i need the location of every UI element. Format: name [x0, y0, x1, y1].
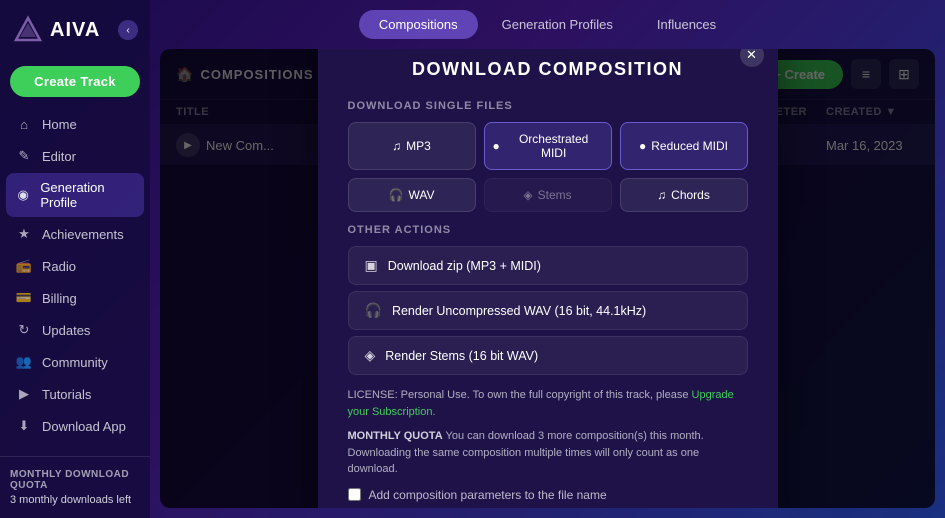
- render-wav-label: Render Uncompressed WAV (16 bit, 44.1kHz…: [392, 304, 646, 318]
- quota-text: MONTHLY QUOTA You can download 3 more co…: [348, 428, 748, 478]
- download-app-icon: ⬇: [16, 418, 32, 434]
- reduced-midi-label: Reduced MIDI: [651, 139, 728, 153]
- add-params-label: Add composition parameters to the file n…: [369, 488, 607, 502]
- wav-label: WAV: [408, 188, 434, 202]
- top-nav: Compositions Generation Profiles Influen…: [150, 0, 945, 49]
- render-wav-button[interactable]: 🎧 Render Uncompressed WAV (16 bit, 44.1k…: [348, 291, 748, 330]
- sidebar: AIVA ‹ Create Track ⌂ Home ✎ Editor ◉ Ge…: [0, 0, 150, 518]
- home-icon: ⌂: [16, 116, 32, 132]
- updates-icon: ↻: [16, 322, 32, 338]
- single-files-label: DOWNLOAD SINGLE FILES: [348, 100, 748, 112]
- generation-profile-icon: ◉: [16, 187, 30, 203]
- aiva-logo-icon: [12, 14, 44, 46]
- wav-button[interactable]: 🎧 WAV: [348, 178, 476, 212]
- sidebar-item-community[interactable]: 👥 Community: [6, 347, 144, 377]
- sidebar-item-tutorials-label: Tutorials: [42, 387, 91, 402]
- sidebar-item-updates[interactable]: ↻ Updates: [6, 315, 144, 345]
- reduced-midi-icon: ●: [639, 139, 646, 153]
- mp3-label: MP3: [406, 139, 431, 153]
- sidebar-footer: MONTHLY DOWNLOAD QUOTA 3 monthly downloa…: [0, 456, 150, 518]
- sidebar-item-community-label: Community: [42, 355, 108, 370]
- sidebar-item-editor[interactable]: ✎ Editor: [6, 141, 144, 171]
- download-modal: ✕ DOWNLOAD COMPOSITION DOWNLOAD SINGLE F…: [318, 49, 778, 508]
- community-icon: 👥: [16, 354, 32, 370]
- stems-action-icon: ◈: [365, 347, 376, 364]
- other-actions-section: OTHER ACTIONS ▣ Download zip (MP3 + MIDI…: [348, 224, 748, 375]
- sidebar-item-editor-label: Editor: [42, 149, 76, 164]
- reduced-midi-button[interactable]: ● Reduced MIDI: [620, 122, 748, 170]
- headphone-icon: 🎧: [365, 302, 382, 319]
- wav-icon: 🎧: [389, 188, 404, 202]
- orchestrated-midi-label: Orchestrated MIDI: [505, 132, 603, 160]
- main-area: Compositions Generation Profiles Influen…: [150, 0, 945, 518]
- stems-icon: ◈: [523, 188, 532, 202]
- other-actions-label: OTHER ACTIONS: [348, 224, 748, 236]
- sidebar-item-achievements-label: Achievements: [42, 227, 124, 242]
- sidebar-item-billing[interactable]: 💳 Billing: [6, 283, 144, 313]
- orchestrated-midi-icon: ●: [493, 139, 500, 153]
- tab-influences[interactable]: Influences: [637, 10, 736, 39]
- sidebar-nav: ⌂ Home ✎ Editor ◉ Generation Profile ★ A…: [0, 109, 150, 456]
- content-area: 🏠 COMPOSITIONS + Create ≡ ⊞ TITLE SOURCE…: [160, 49, 935, 508]
- zip-icon: ▣: [365, 257, 378, 274]
- tab-compositions[interactable]: Compositions: [359, 10, 478, 39]
- tutorials-icon: ▶: [16, 386, 32, 402]
- sidebar-item-tutorials[interactable]: ▶ Tutorials: [6, 379, 144, 409]
- orchestrated-midi-button[interactable]: ● Orchestrated MIDI: [484, 122, 612, 170]
- tab-generation-profiles[interactable]: Generation Profiles: [482, 10, 633, 39]
- mp3-button[interactable]: ♫ MP3: [348, 122, 476, 170]
- create-track-button[interactable]: Create Track: [10, 66, 140, 97]
- monthly-quota-label: MONTHLY DOWNLOAD QUOTA: [10, 469, 140, 491]
- license-text: LICENSE: Personal Use. To own the full c…: [348, 387, 748, 420]
- radio-icon: 📻: [16, 258, 32, 274]
- chords-button[interactable]: ♫ Chords: [620, 178, 748, 212]
- stems-button[interactable]: ◈ Stems: [484, 178, 612, 212]
- sidebar-item-generation-profile[interactable]: ◉ Generation Profile: [6, 173, 144, 217]
- sidebar-item-generation-profile-label: Generation Profile: [40, 180, 134, 210]
- sidebar-item-download-app[interactable]: ⬇ Download App: [6, 411, 144, 441]
- sidebar-item-download-app-label: Download App: [42, 419, 126, 434]
- chords-icon: ♫: [657, 188, 666, 202]
- download-zip-label: Download zip (MP3 + MIDI): [388, 259, 541, 273]
- modal-title: DOWNLOAD COMPOSITION: [348, 59, 748, 80]
- render-stems-button[interactable]: ◈ Render Stems (16 bit WAV): [348, 336, 748, 375]
- sidebar-item-achievements[interactable]: ★ Achievements: [6, 219, 144, 249]
- monthly-quota-value: 3 monthly downloads left: [10, 494, 140, 506]
- stems-label: Stems: [538, 188, 572, 202]
- sidebar-collapse-button[interactable]: ‹: [118, 20, 138, 40]
- download-zip-button[interactable]: ▣ Download zip (MP3 + MIDI): [348, 246, 748, 285]
- achievements-icon: ★: [16, 226, 32, 242]
- mp3-icon: ♫: [392, 139, 401, 153]
- editor-icon: ✎: [16, 148, 32, 164]
- single-files-grid: ♫ MP3 ● Orchestrated MIDI ● Reduced MIDI…: [348, 122, 748, 212]
- billing-icon: 💳: [16, 290, 32, 306]
- sidebar-item-home-label: Home: [42, 117, 77, 132]
- render-stems-label: Render Stems (16 bit WAV): [385, 349, 538, 363]
- sidebar-item-home[interactable]: ⌂ Home: [6, 109, 144, 139]
- sidebar-item-radio[interactable]: 📻 Radio: [6, 251, 144, 281]
- checkbox-row: Add composition parameters to the file n…: [348, 488, 748, 502]
- quota-bold-label: MONTHLY QUOTA: [348, 430, 443, 442]
- chords-label: Chords: [671, 188, 710, 202]
- sidebar-item-radio-label: Radio: [42, 259, 76, 274]
- sidebar-item-billing-label: Billing: [42, 291, 77, 306]
- logo-text: AIVA: [50, 19, 100, 42]
- modal-overlay: ✕ DOWNLOAD COMPOSITION DOWNLOAD SINGLE F…: [160, 49, 935, 508]
- add-params-checkbox[interactable]: [348, 488, 361, 501]
- sidebar-logo-area: AIVA ‹: [0, 0, 150, 60]
- sidebar-item-updates-label: Updates: [42, 323, 90, 338]
